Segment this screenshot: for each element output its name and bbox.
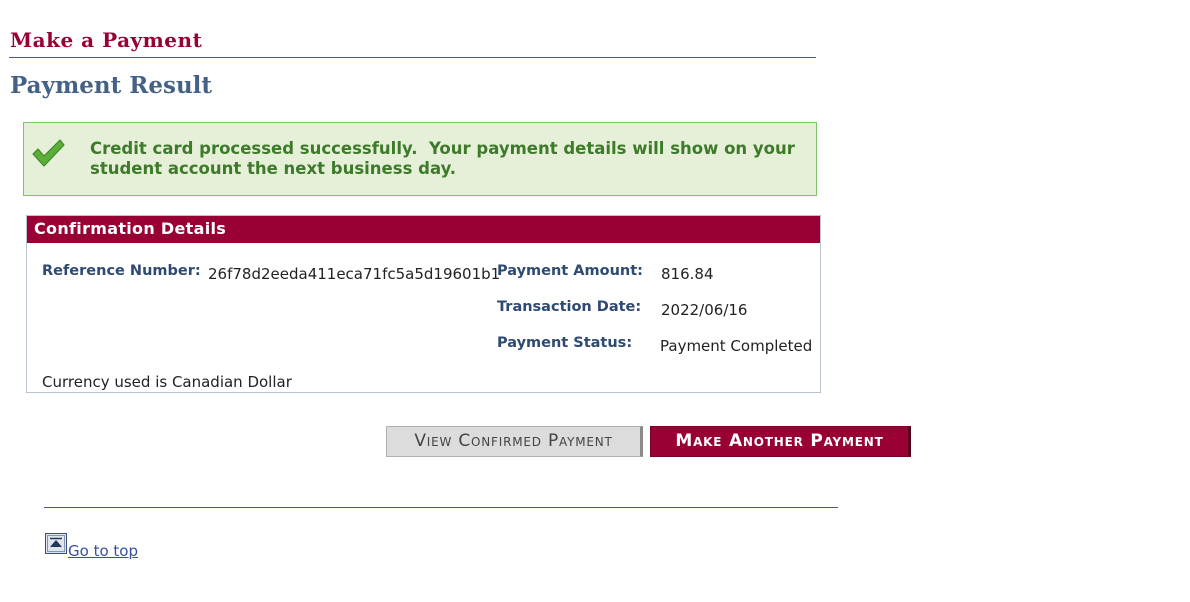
go-to-top-link[interactable]: Go to top [68,542,138,560]
currency-note: Currency used is Canadian Dollar [42,373,292,391]
go-to-top-icon[interactable] [45,533,67,554]
reference-number-label: Reference Number: [42,263,201,279]
success-message-box: Credit card processed successfully. Your… [23,122,817,196]
transaction-date-label: Transaction Date: [497,299,642,315]
success-message-text: Credit card processed successfully. Your… [90,139,795,178]
title-divider [9,57,816,58]
view-confirmed-payment-button[interactable]: View Confirmed Payment [386,426,643,457]
confirmation-details-header: Confirmation Details [27,216,820,243]
footer-divider [44,507,838,508]
page-title: Make a Payment [10,28,203,52]
payment-amount-value: 816.84 [661,265,714,283]
confirmation-details-panel: Confirmation Details Reference Number: 2… [26,215,821,393]
reference-number-value: 26f78d2eeda411eca71fc5a5d19601b1 [208,265,501,283]
payment-status-value: Payment Completed [660,337,813,355]
make-another-payment-button[interactable]: Make Another Payment [650,426,911,457]
section-title: Payment Result [10,72,213,99]
payment-amount-label: Payment Amount: [497,263,643,279]
checkmark-icon [32,139,65,167]
payment-status-label: Payment Status: [497,335,633,351]
transaction-date-value: 2022/06/16 [661,301,748,319]
